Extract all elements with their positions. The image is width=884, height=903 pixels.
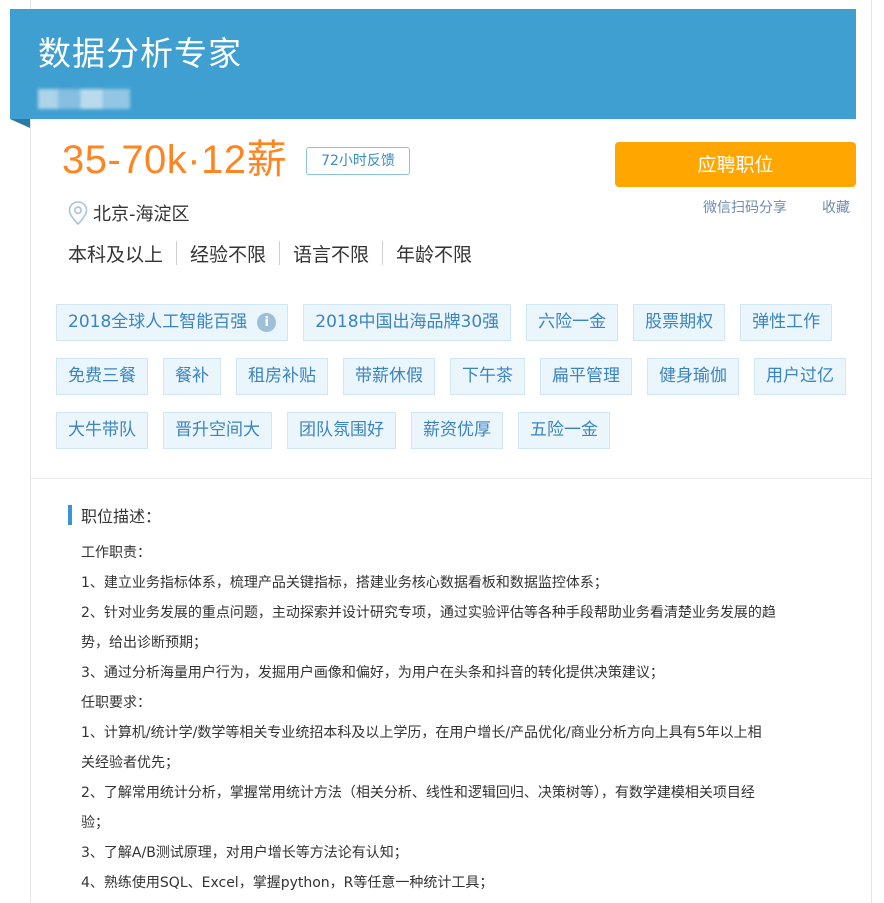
description-line: 2、了解常用统计分析，掌握常用统计方法（相关分析、线性和逻辑回归、决策树等），有… [81, 785, 755, 801]
apply-button[interactable]: 应聘职位 [615, 142, 856, 187]
description-line: 任职要求： [81, 695, 151, 711]
requirement-age: 年龄不限 [396, 243, 473, 266]
requirement-education: 本科及以上 [68, 243, 164, 266]
tag-row: 免费三餐 餐补 租房补贴 带薪休假 下午茶 扁平管理 健身瑜伽 用户过亿 [56, 358, 856, 395]
description-line: 3、了解A/B测试原理，对用户增长等方法论有认知； [81, 845, 408, 861]
job-location: 北京-海淀区 [66, 200, 190, 226]
requirement-experience: 经验不限 [190, 243, 267, 266]
benefit-tag: 健身瑜伽 [647, 358, 739, 395]
description-line: 工作职责： [81, 545, 151, 561]
benefit-tag: 弹性工作 [740, 304, 833, 341]
tag-row: 2018全球人工智能百强 i 2018中国出海品牌30强 六险一金 股票期权 弹… [56, 304, 856, 341]
benefit-tag: 带薪休假 [343, 358, 435, 395]
requirement-language: 语言不限 [293, 243, 370, 266]
description-line: 关经验者优先； [81, 755, 179, 771]
location-pin-icon [66, 200, 90, 226]
description-heading: 职位描述： [68, 505, 162, 526]
wechat-share-link[interactable]: 微信扫码分享 [703, 197, 787, 217]
description-line: 势，给出诊断预期； [81, 635, 207, 651]
tag-row: 大牛带队 晋升空间大 团队氛围好 薪资优厚 五险一金 [56, 412, 856, 449]
location-text: 北京-海淀区 [93, 204, 190, 225]
collect-link[interactable]: 收藏 [822, 197, 850, 217]
info-icon[interactable]: i [257, 313, 277, 332]
description-line: 3、通过分析海量用户行为，发掘用户画像和偏好，为用户在头条和抖音的转化提供决策建… [81, 665, 664, 681]
job-header-banner: 数据分析专家 [10, 9, 856, 119]
requirement-divider [279, 241, 281, 265]
benefit-tag: 薪资优厚 [411, 412, 503, 449]
description-line: 1、计算机/统计学/数学等相关专业统招本科及以上学历，在用户增长/产品优化/商业… [81, 725, 762, 741]
feedback-badge: 72小时反馈 [306, 147, 410, 175]
benefit-tag: 租房补贴 [236, 358, 328, 395]
job-description: 工作职责： 1、建立业务指标体系，梳理产品关键指标，搭建业务核心数据看板和数据监… [81, 542, 826, 902]
requirement-divider [382, 241, 384, 265]
company-name-blurred [38, 89, 130, 109]
benefit-tag: 免费三餐 [56, 358, 148, 395]
description-line: 4、熟练使用SQL、Excel，掌握python，R等任意一种统计工具； [81, 875, 494, 891]
section-divider [31, 478, 871, 479]
benefit-tags: 2018全球人工智能百强 i 2018中国出海品牌30强 六险一金 股票期权 弹… [56, 304, 856, 466]
description-line: 2、针对业务发展的重点问题，主动探索并设计研究专项，通过实验评估等各种手段帮助业… [81, 605, 776, 621]
benefit-tag: 2018全球人工智能百强 i [56, 304, 289, 341]
benefit-tag: 晋升空间大 [163, 412, 272, 449]
requirement-divider [176, 241, 178, 265]
banner-fold [10, 119, 30, 128]
job-requirements: 本科及以上 经验不限 语言不限 年龄不限 [68, 240, 472, 266]
benefit-tag-label: 2018全球人工智能百强 [68, 312, 248, 332]
benefit-tag: 用户过亿 [754, 358, 846, 395]
benefit-tag: 下午茶 [450, 358, 525, 395]
benefit-tag: 团队氛围好 [287, 412, 396, 449]
salary: 35-70k·12薪 [62, 138, 288, 182]
description-heading-text: 职位描述： [81, 507, 162, 526]
benefit-tag: 大牛带队 [56, 412, 148, 449]
benefit-tag: 六险一金 [526, 304, 619, 341]
benefit-tag: 扁平管理 [540, 358, 632, 395]
description-line: 1、建立业务指标体系，梳理产品关键指标，搭建业务核心数据看板和数据监控体系； [81, 575, 608, 591]
job-title: 数据分析专家 [38, 34, 242, 73]
benefit-tag: 股票期权 [633, 304, 726, 341]
description-line: 验； [81, 815, 109, 831]
benefit-tag: 2018中国出海品牌30强 [303, 304, 512, 341]
benefit-tag: 餐补 [163, 358, 221, 395]
heading-accent-bar [68, 505, 72, 525]
benefit-tag: 五险一金 [518, 412, 610, 449]
